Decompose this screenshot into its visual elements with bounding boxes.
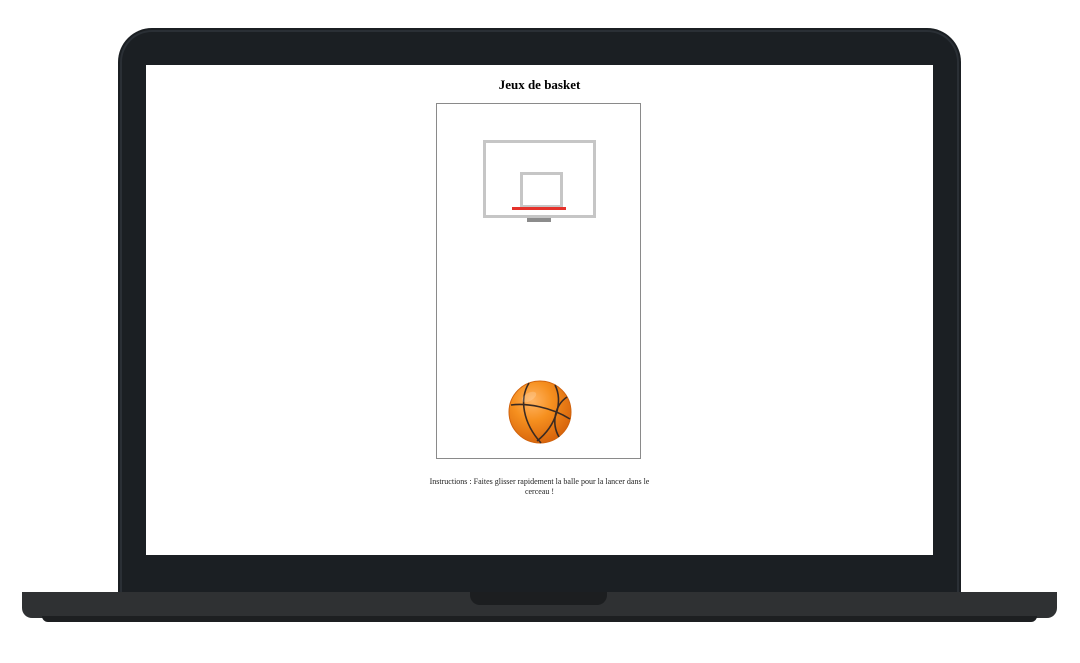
basketball-icon[interactable] [507, 379, 573, 445]
backboard-target-square [520, 172, 563, 208]
hoop-rim [512, 207, 566, 210]
hoop-bracket [527, 218, 551, 222]
laptop-mockup: Jeux de basket Instructions: Faites gli… [0, 0, 1080, 663]
page-title: Jeux de basket [498, 77, 581, 92]
instructions-text: Instructions : Faites glisser rapidement… [429, 477, 650, 496]
laptop-notch [470, 592, 607, 605]
laptop-base-shadow [42, 616, 1037, 622]
browser-screen: Jeux de basket Instructions: Faites gli… [146, 65, 933, 555]
game-court[interactable] [436, 103, 641, 459]
